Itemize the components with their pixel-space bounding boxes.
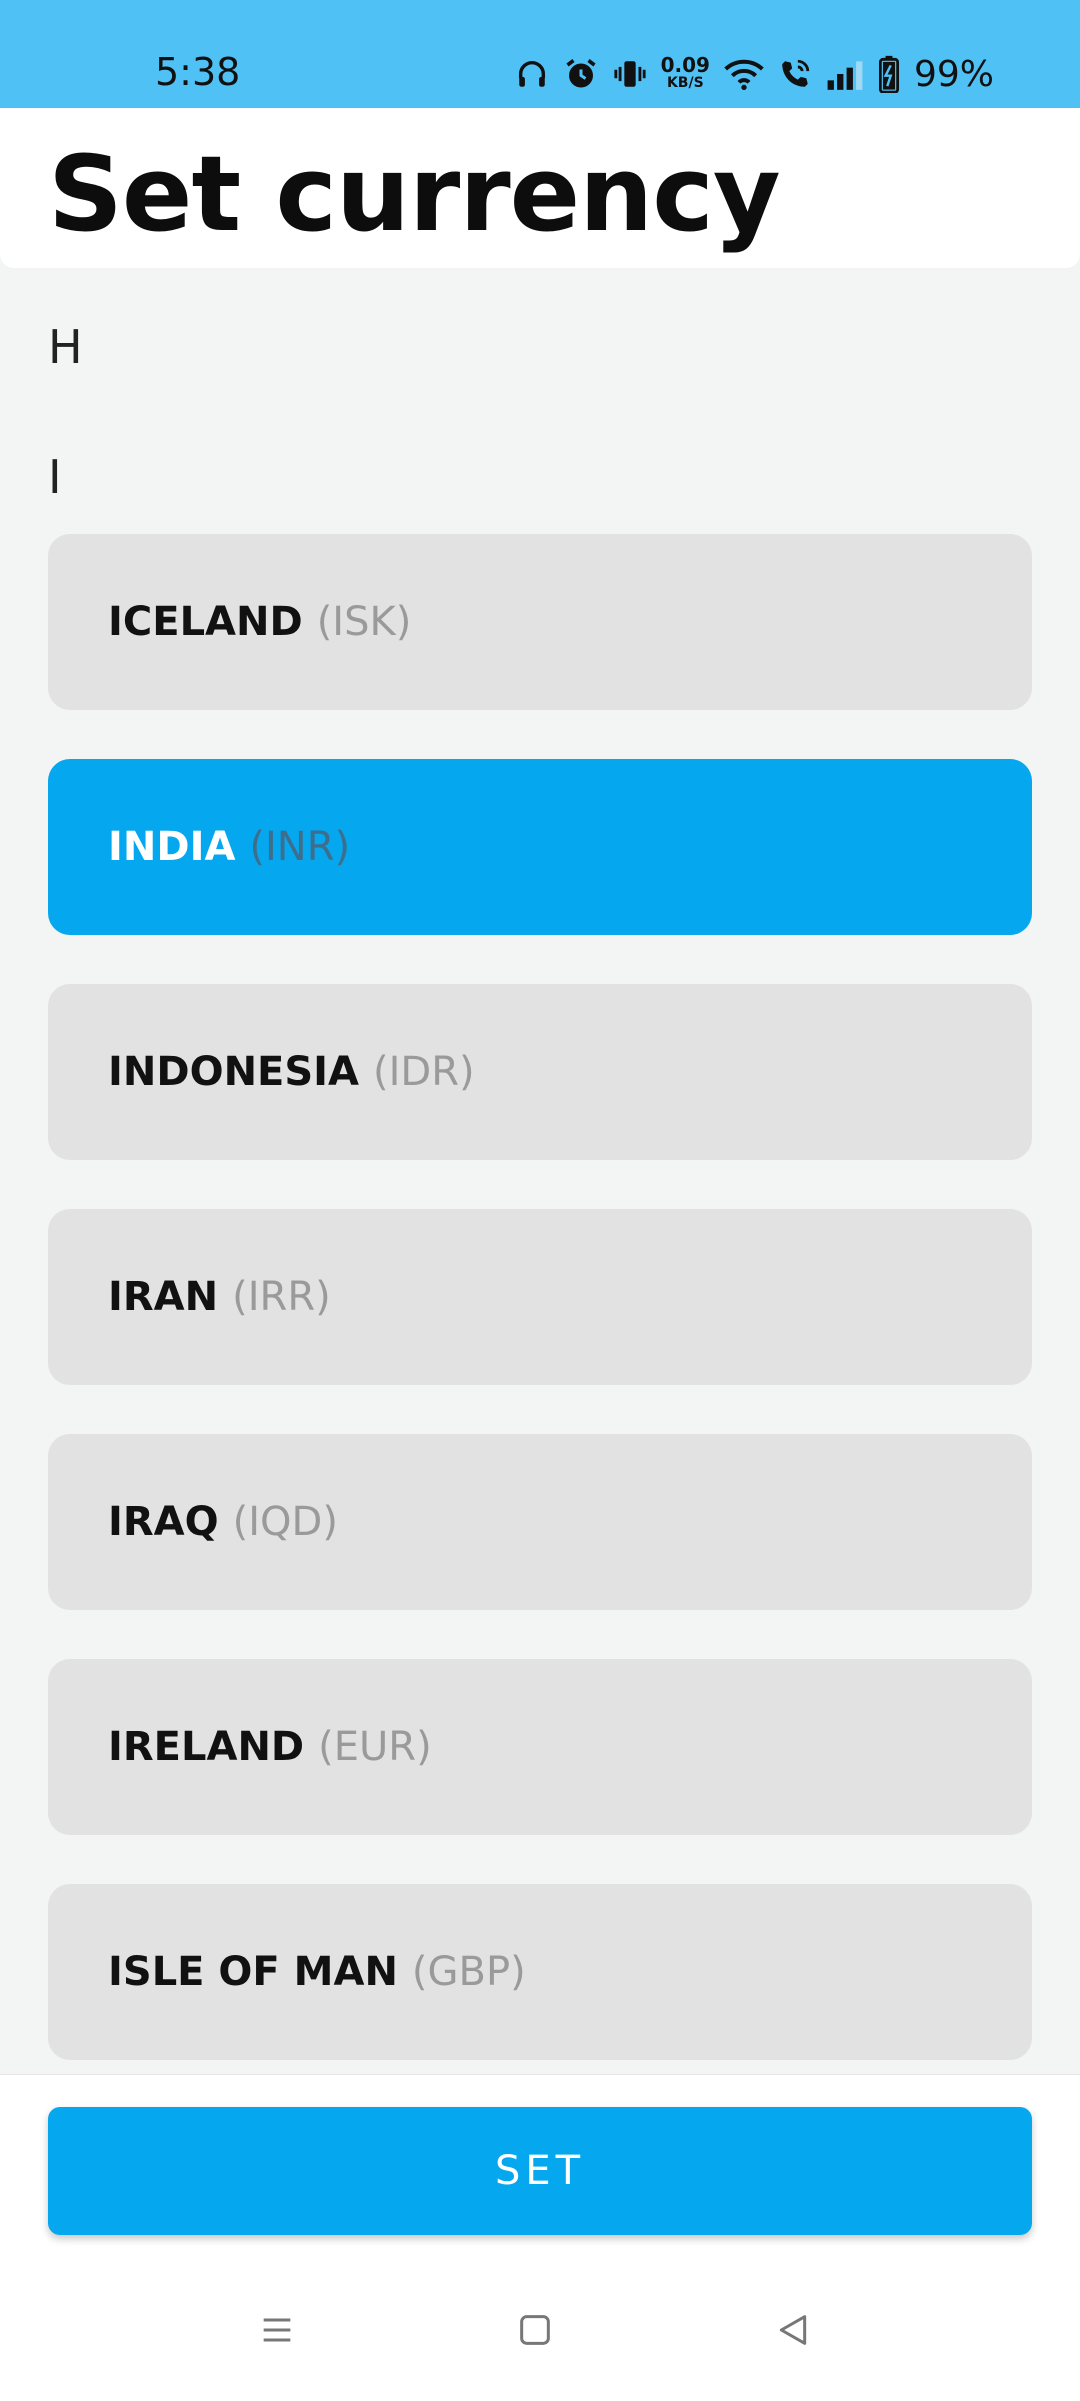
wifi-call-icon — [778, 57, 812, 91]
status-time: 5:38 — [155, 50, 241, 94]
alarm-icon — [563, 56, 599, 92]
back-icon[interactable] — [763, 2300, 823, 2360]
currency-country: IRAQ — [108, 1499, 219, 1545]
network-speed: 0.09 KB/S — [660, 53, 710, 92]
currency-code: (IQD) — [232, 1499, 338, 1545]
headphones-icon — [515, 57, 549, 91]
currency-country: INDIA — [108, 824, 236, 870]
status-icons: 0.09 KB/S 99% — [515, 50, 994, 98]
network-speed-unit: KB/S — [666, 75, 704, 91]
currency-item-iran[interactable]: IRAN (IRR) — [48, 1209, 1032, 1385]
network-speed-value: 0.09 — [660, 53, 710, 77]
currency-code: (EUR) — [318, 1724, 432, 1770]
currency-country: INDONESIA — [108, 1049, 360, 1095]
currency-code: (INR) — [249, 824, 351, 870]
home-icon[interactable] — [505, 2300, 565, 2360]
currency-item-india[interactable]: INDIA (INR) — [48, 759, 1032, 935]
header: Set currency — [0, 108, 1080, 268]
currency-item-iraq[interactable]: IRAQ (IQD) — [48, 1434, 1032, 1610]
currency-country: IRELAND — [108, 1724, 305, 1770]
status-bar: 5:38 0.09 KB/S 99% — [0, 0, 1080, 108]
currency-item-isle-of-man[interactable]: ISLE OF MAN (GBP) — [48, 1884, 1032, 2060]
menu-icon[interactable] — [247, 2300, 307, 2360]
currency-code: (IRR) — [232, 1274, 331, 1320]
currency-country: ICELAND — [108, 599, 303, 645]
page-title: Set currency — [48, 133, 781, 255]
currency-country: ISLE OF MAN — [108, 1949, 398, 1995]
vibrate-icon — [613, 57, 647, 91]
currency-code: (IDR) — [373, 1049, 475, 1095]
section-header-h: H — [48, 320, 83, 374]
signal-icon — [826, 58, 864, 90]
battery-percentage: 99% — [913, 53, 994, 95]
currency-item-iceland[interactable]: ICELAND (ISK) — [48, 534, 1032, 710]
currency-item-ireland[interactable]: IRELAND (EUR) — [48, 1659, 1032, 1835]
battery-charging-icon — [878, 55, 900, 93]
set-button[interactable]: SET — [48, 2107, 1032, 2235]
currency-code: (GBP) — [411, 1949, 526, 1995]
section-header-i: I — [48, 450, 62, 504]
currency-country: IRAN — [108, 1274, 219, 1320]
wifi-icon — [724, 57, 764, 91]
currency-code: (ISK) — [316, 599, 412, 645]
currency-item-indonesia[interactable]: INDONESIA (IDR) — [48, 984, 1032, 1160]
